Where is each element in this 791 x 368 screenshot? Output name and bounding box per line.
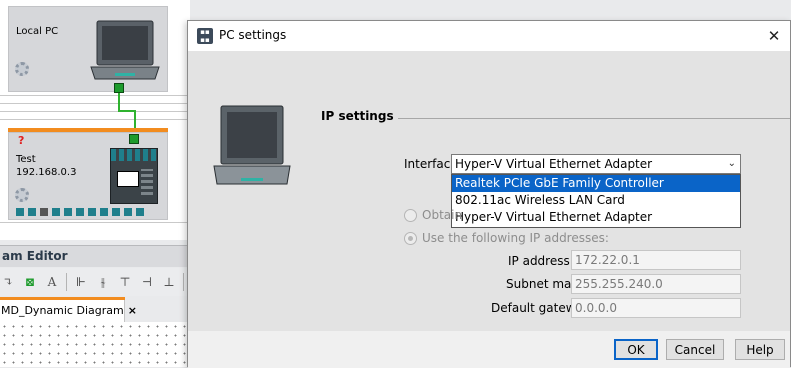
- network-link[interactable]: [118, 93, 120, 111]
- gear-icon: [15, 188, 29, 202]
- plc-terminals: [111, 149, 157, 161]
- radio-use-label: Use the following IP addresses:: [422, 231, 609, 245]
- dialog-titlebar[interactable]: ▪▪ ▪▪ PC settings ✕: [188, 21, 790, 51]
- dialog-body: IP settings Interface: Hyper-V Virtual E…: [188, 51, 790, 331]
- radio-obtain-label: Obtain: [422, 208, 463, 222]
- plc-icon: [110, 148, 158, 204]
- plc-buttons: [141, 169, 153, 195]
- section-divider: [398, 118, 790, 119]
- cancel-button[interactable]: Cancel: [666, 339, 724, 360]
- radio-obtain[interactable]: [404, 209, 417, 222]
- port-icon[interactable]: [129, 134, 139, 144]
- tab-label: MD_Dynamic Diagram: [1, 304, 124, 317]
- align-left-icon[interactable]: ⊩: [73, 274, 89, 290]
- default-gateway-field[interactable]: 0.0.0.0: [571, 298, 741, 318]
- dropdown-option[interactable]: 802.11ac Wireless LAN Card: [452, 192, 740, 209]
- network-view[interactable]: Local PC Test 192.168.0.3 ?: [0, 0, 190, 240]
- network-link[interactable]: [118, 110, 135, 112]
- dialog-footer: OK Cancel Help: [188, 331, 790, 368]
- text-icon[interactable]: A: [44, 274, 60, 290]
- help-button[interactable]: Help: [735, 339, 785, 360]
- interface-select[interactable]: Hyper-V Virtual Ethernet Adapter ⌄: [451, 154, 741, 174]
- grid-line: [0, 111, 190, 112]
- ok-button[interactable]: OK: [614, 339, 658, 360]
- close-icon[interactable]: ×: [128, 304, 137, 317]
- plc-screen: [117, 171, 139, 187]
- grid-line: [0, 119, 190, 120]
- close-icon[interactable]: ✕: [758, 21, 790, 51]
- dropdown-option[interactable]: Hyper-V Virtual Ethernet Adapter: [452, 209, 740, 226]
- laptop-icon: [90, 20, 160, 80]
- subnet-mask-field[interactable]: 255.255.240.0: [571, 274, 741, 294]
- device-ip: 192.168.0.3: [16, 167, 77, 178]
- pc-settings-dialog: ▪▪ ▪▪ PC settings ✕ IP settings Interface…: [187, 20, 791, 368]
- chevron-down-icon[interactable]: ⌄: [728, 155, 736, 173]
- section-title: IP settings: [321, 109, 394, 123]
- insert-block-icon[interactable]: ⊠: [22, 274, 38, 290]
- device-name: Test: [16, 154, 36, 165]
- question-mark-icon: ?: [18, 134, 25, 147]
- rotate-icon[interactable]: ↴: [0, 274, 16, 290]
- grid-line: [0, 95, 190, 96]
- device-local-pc[interactable]: Local PC: [8, 6, 168, 92]
- dialog-title: PC settings: [219, 28, 287, 42]
- toolbar-separator: [183, 273, 184, 291]
- align-bottom-icon[interactable]: ⊥: [161, 274, 177, 290]
- align-middle-icon[interactable]: ⊣: [139, 274, 155, 290]
- ip-address-field[interactable]: 172.22.0.1: [571, 250, 741, 270]
- gear-icon: [15, 62, 29, 76]
- grid-line: [0, 103, 190, 104]
- editor-header: am Editor: [0, 245, 188, 267]
- diagram-canvas[interactable]: [0, 322, 188, 367]
- editor-title: am Editor: [2, 249, 68, 263]
- interface-value: Hyper-V Virtual Ethernet Adapter: [455, 157, 653, 171]
- grid-line: [0, 222, 190, 223]
- io-ports: [16, 208, 144, 216]
- dropdown-option[interactable]: Realtek PCIe GbE Family Controller: [452, 175, 740, 192]
- tab-diagram[interactable]: MD_Dynamic Diagram ×: [0, 300, 137, 322]
- interface-dropdown-list[interactable]: Realtek PCIe GbE Family Controller 802.1…: [451, 174, 741, 228]
- align-top-icon[interactable]: ⊤: [117, 274, 133, 290]
- port-icon[interactable]: [114, 83, 124, 93]
- app-icon: ▪▪ ▪▪: [197, 28, 213, 44]
- align-center-icon[interactable]: ⫳: [95, 274, 111, 290]
- toolbar-separator: [66, 273, 67, 291]
- laptop-icon: [213, 105, 291, 185]
- editor-toolbar: ↴ ⊠ A ⊩ ⫳ ⊤ ⊣ ⊥: [0, 268, 188, 296]
- ip-address-label: IP address:: [508, 254, 574, 268]
- radio-use-following[interactable]: [404, 232, 417, 245]
- device-name: Local PC: [16, 26, 59, 37]
